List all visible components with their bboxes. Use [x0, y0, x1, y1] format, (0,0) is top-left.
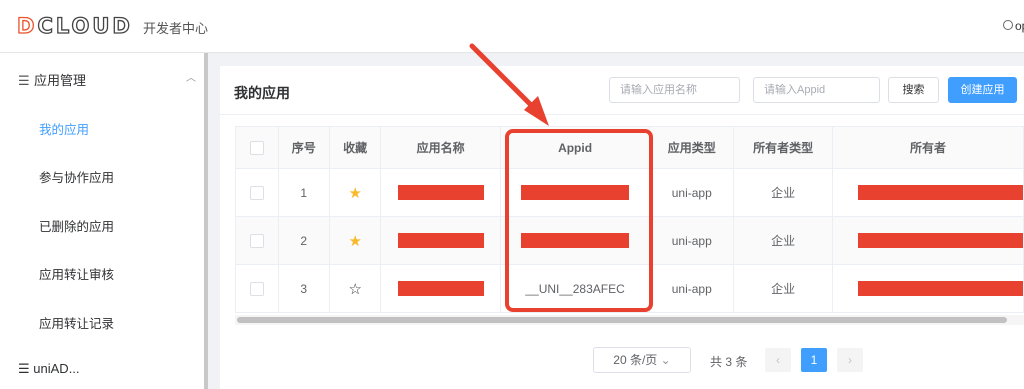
- column-header: 所有者: [831, 126, 1024, 169]
- sidebar-scrollbar[interactable]: [204, 53, 208, 389]
- column-header: 应用类型: [649, 126, 735, 169]
- top-bar: DCLOUD 开发者中心 op: [0, 0, 1024, 53]
- column-header: 收藏: [328, 126, 382, 169]
- table-horizontal-scrollbar[interactable]: [237, 317, 1007, 323]
- owner-type: 企业: [733, 216, 833, 265]
- redacted-app-name: [397, 185, 484, 201]
- list-icon: ☰: [18, 361, 30, 376]
- header-subtitle: 开发者中心: [143, 21, 209, 36]
- row-index: 2: [277, 216, 330, 265]
- column-header: 序号: [277, 126, 330, 169]
- app-name-search-input[interactable]: 请输入应用名称: [609, 77, 740, 103]
- sidebar-group-label: 应用管理: [34, 73, 87, 88]
- star-filled-icon[interactable]: ★: [348, 233, 361, 250]
- row-checkbox[interactable]: [249, 233, 264, 248]
- row-index: 1: [277, 168, 330, 217]
- chevron-up-icon[interactable]: ︿: [186, 69, 196, 84]
- page-size-label: 20 条/页: [613, 353, 658, 367]
- owner-type: 企业: [733, 168, 833, 217]
- column-header: 所有者类型: [733, 126, 833, 169]
- next-page-button[interactable]: ›: [837, 348, 863, 372]
- select-all-checkbox[interactable]: [249, 140, 264, 155]
- list-icon: ☰: [18, 73, 30, 88]
- page-size-select[interactable]: 20 条/页 ⌄: [593, 347, 691, 373]
- dcloud-logo[interactable]: DCLOUD: [16, 13, 133, 38]
- appid-highlight-box: [505, 129, 653, 312]
- chevron-down-icon: ⌄: [660, 353, 671, 367]
- user-icon: [1003, 20, 1013, 30]
- sidebar-item-collab-apps[interactable]: 参与协作应用: [39, 167, 114, 186]
- prev-page-button[interactable]: ‹: [765, 348, 791, 372]
- page-title: 我的应用: [234, 85, 290, 101]
- search-button[interactable]: 搜索: [888, 77, 939, 103]
- sidebar-group-uniad[interactable]: ☰ uniAD...: [18, 361, 80, 377]
- appid-search-input[interactable]: 请输入Appid: [753, 77, 880, 103]
- star-filled-icon[interactable]: ★: [348, 185, 361, 202]
- redacted-app-name: [397, 233, 484, 249]
- row-index: 3: [277, 264, 330, 313]
- redacted-owner: [857, 233, 1023, 249]
- row-checkbox[interactable]: [249, 185, 264, 200]
- owner-type: 企业: [733, 264, 833, 313]
- sidebar-item-my-apps[interactable]: 我的应用: [39, 119, 89, 138]
- sidebar-item-transfer-records[interactable]: 应用转让记录: [39, 313, 114, 332]
- user-menu[interactable]: op: [1003, 19, 1024, 33]
- app-type: uni-app: [649, 216, 735, 265]
- sidebar: ☰ 应用管理 ︿ 我的应用 参与协作应用 已删除的应用 应用转让审核 应用转让记录…: [0, 53, 204, 389]
- sidebar-item-deleted-apps[interactable]: 已删除的应用: [39, 216, 114, 235]
- redacted-app-name: [397, 281, 484, 297]
- sidebar-item-transfer-review[interactable]: 应用转让审核: [39, 264, 114, 283]
- page-number-button[interactable]: 1: [801, 348, 827, 372]
- total-count: 共 3 条: [710, 355, 748, 369]
- sidebar-group-label: uniAD...: [33, 361, 80, 376]
- create-app-button[interactable]: 创建应用: [948, 77, 1017, 103]
- column-header: 应用名称: [380, 126, 501, 169]
- redacted-owner: [857, 185, 1023, 201]
- select-all-cell[interactable]: [235, 126, 279, 169]
- app-type: uni-app: [649, 264, 735, 313]
- user-name: op: [1015, 19, 1024, 33]
- star-outline-icon[interactable]: ☆: [348, 281, 361, 298]
- sidebar-group-app-management[interactable]: ☰ 应用管理: [18, 70, 86, 89]
- redacted-owner: [857, 281, 1023, 297]
- app-type: uni-app: [649, 168, 735, 217]
- row-checkbox[interactable]: [249, 281, 264, 296]
- divider: [220, 114, 1024, 115]
